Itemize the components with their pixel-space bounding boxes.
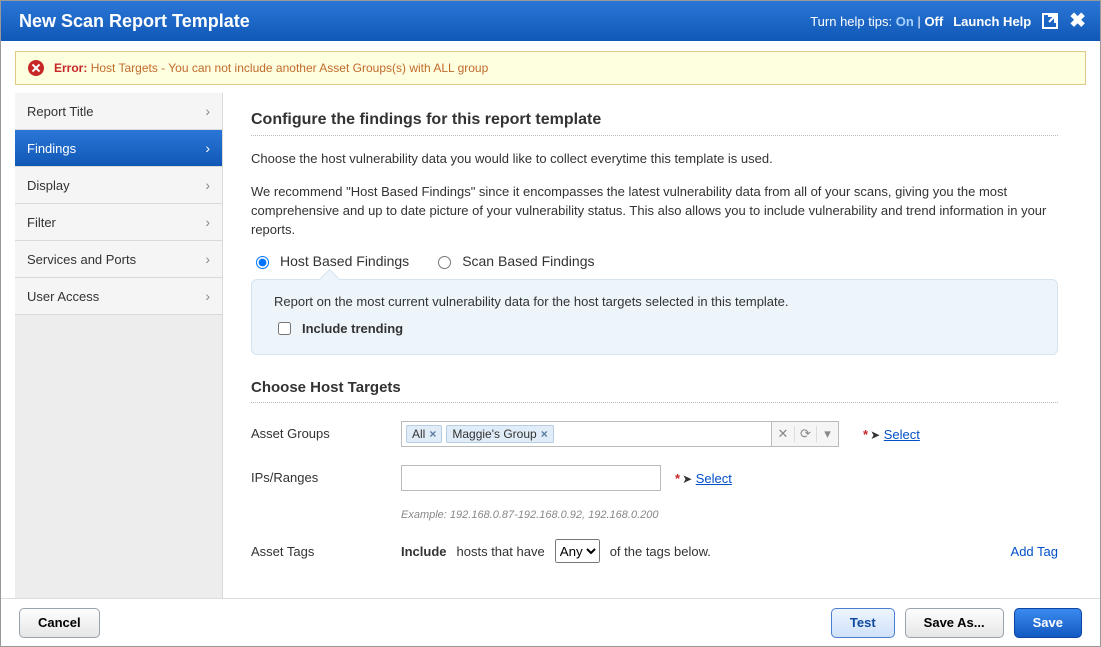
trending-checkbox-label: Include trending	[302, 321, 403, 336]
host-targets-section: Choose Host Targets Asset Groups All ×	[251, 379, 1058, 563]
sidebar-item-label: Filter	[27, 215, 56, 230]
add-tag-link[interactable]: Add Tag	[1011, 544, 1058, 559]
host-targets-heading: Choose Host Targets	[251, 379, 1058, 396]
radio-host-input[interactable]	[256, 256, 269, 269]
tag-maggies-group: Maggie's Group ×	[446, 425, 553, 443]
sidebar-item-label: User Access	[27, 289, 99, 304]
asset-groups-input[interactable]: All × Maggie's Group ×	[401, 421, 771, 447]
sidebar-item-services-ports[interactable]: Services and Ports ›	[15, 241, 222, 278]
dialog-body: Report Title › Findings › Display › Filt…	[1, 93, 1100, 598]
asset-groups-body: All × Maggie's Group ×	[401, 421, 1058, 447]
refresh-icon[interactable]: ⟳	[794, 426, 816, 442]
include-word: Include	[401, 544, 447, 559]
sidebar-item-filter[interactable]: Filter ›	[15, 204, 222, 241]
select-ip-ranges: *➤ Select	[675, 471, 732, 486]
tag-all: All ×	[406, 425, 442, 443]
any-all-select[interactable]: Any	[555, 539, 600, 563]
include-trending-checkbox[interactable]: Include trending	[274, 319, 1035, 338]
select-asset-groups: *➤ Select	[863, 427, 920, 442]
sidebar-item-label: Report Title	[27, 104, 93, 119]
cancel-button[interactable]: Cancel	[19, 608, 100, 638]
select-ip-ranges-link[interactable]: Select	[696, 471, 732, 486]
sidebar: Report Title › Findings › Display › Filt…	[15, 93, 223, 598]
select-asset-groups-link[interactable]: Select	[884, 427, 920, 442]
required-marker: *	[863, 427, 868, 442]
close-icon[interactable]: ✖	[1069, 11, 1086, 31]
dropdown-icon[interactable]: ▾	[816, 426, 838, 442]
error-message: Host Targets - You can not include anoth…	[91, 61, 489, 75]
intro-para-1: Choose the host vulnerability data you w…	[251, 150, 1058, 169]
info-panel: Report on the most current vulnerability…	[251, 279, 1058, 355]
cursor-icon: ➤	[682, 472, 692, 486]
required-marker: *	[675, 471, 680, 486]
asset-groups-label: Asset Groups	[251, 421, 401, 441]
launch-help-link[interactable]: Launch Help	[953, 14, 1031, 29]
help-tips-on[interactable]: On	[896, 14, 914, 29]
field-asset-tags: Asset Tags Include hosts that have Any o…	[251, 539, 1058, 563]
chevron-right-icon: ›	[205, 214, 210, 230]
asset-tags-label: Asset Tags	[251, 539, 401, 559]
help-tips-off[interactable]: Off	[924, 14, 943, 29]
clear-icon[interactable]: ✕	[772, 426, 794, 442]
example-text: 192.168.0.87-192.168.0.92, 192.168.0.200	[450, 509, 659, 521]
help-tips-prefix: Turn help tips:	[810, 14, 892, 29]
radio-host-label: Host Based Findings	[280, 253, 409, 269]
chevron-right-icon: ›	[205, 288, 210, 304]
include-text-before: hosts that have	[457, 544, 545, 559]
save-button[interactable]: Save	[1014, 608, 1082, 638]
example-prefix: Example:	[401, 509, 447, 521]
error-banner: Error: Host Targets - You can not includ…	[15, 51, 1086, 85]
panel-description: Report on the most current vulnerability…	[274, 294, 1035, 309]
help-tips-toggle: Turn help tips: On | Off	[810, 14, 943, 29]
ip-ranges-body: *➤ Select Example: 192.168.0.87-192.168.…	[401, 465, 1058, 521]
expand-icon[interactable]	[1041, 12, 1059, 30]
sidebar-item-user-access[interactable]: User Access ›	[15, 278, 222, 315]
radio-scan-label: Scan Based Findings	[462, 253, 594, 269]
radio-scan-input[interactable]	[438, 256, 451, 269]
radio-scan-based[interactable]: Scan Based Findings	[433, 253, 594, 269]
chevron-right-icon: ›	[205, 140, 210, 156]
main-wrapper: Configure the findings for this report t…	[223, 93, 1086, 598]
divider	[251, 135, 1058, 136]
help-tips-sep: |	[917, 14, 920, 29]
main-heading: Configure the findings for this report t…	[251, 111, 1058, 129]
asset-groups-controls: ✕ ⟳ ▾	[771, 421, 839, 447]
include-text-after: of the tags below.	[610, 544, 711, 559]
dialog-footer: Cancel Test Save As... Save	[1, 598, 1100, 646]
dialog-title: New Scan Report Template	[19, 11, 810, 32]
sidebar-item-findings[interactable]: Findings ›	[15, 130, 222, 167]
error-icon	[28, 60, 44, 76]
chevron-right-icon: ›	[205, 177, 210, 193]
ip-ranges-example: Example: 192.168.0.87-192.168.0.92, 192.…	[401, 509, 659, 521]
chevron-right-icon: ›	[205, 251, 210, 267]
tag-remove-icon[interactable]: ×	[429, 427, 436, 441]
tag-label: Maggie's Group	[452, 427, 536, 441]
divider	[251, 402, 1058, 403]
test-button[interactable]: Test	[831, 608, 895, 638]
tag-remove-icon[interactable]: ×	[541, 427, 548, 441]
dialog-window: New Scan Report Template Turn help tips:…	[0, 0, 1101, 647]
sidebar-item-label: Services and Ports	[27, 252, 136, 267]
sidebar-item-label: Display	[27, 178, 70, 193]
main-content[interactable]: Configure the findings for this report t…	[223, 93, 1086, 598]
chevron-right-icon: ›	[205, 103, 210, 119]
trending-checkbox-input[interactable]	[278, 322, 291, 335]
field-ip-ranges: IPs/Ranges *➤ Select Example:	[251, 465, 1058, 521]
dialog-header: New Scan Report Template Turn help tips:…	[1, 1, 1100, 41]
tag-label: All	[412, 427, 425, 441]
save-as-button[interactable]: Save As...	[905, 608, 1004, 638]
header-controls: Turn help tips: On | Off Launch Help ✖	[810, 11, 1086, 31]
sidebar-item-label: Findings	[27, 141, 76, 156]
field-asset-groups: Asset Groups All × Maggie's Group	[251, 421, 1058, 447]
intro-para-2: We recommend "Host Based Findings" since…	[251, 183, 1058, 240]
findings-type-radios: Host Based Findings Scan Based Findings	[251, 253, 1058, 269]
ip-ranges-input[interactable]	[401, 465, 661, 491]
sidebar-item-report-title[interactable]: Report Title ›	[15, 93, 222, 130]
asset-tags-body: Include hosts that have Any of the tags …	[401, 539, 1058, 563]
cursor-icon: ➤	[870, 428, 880, 442]
sidebar-item-display[interactable]: Display ›	[15, 167, 222, 204]
error-label: Error:	[54, 61, 87, 75]
radio-host-based[interactable]: Host Based Findings	[251, 253, 409, 269]
ip-ranges-label: IPs/Ranges	[251, 465, 401, 485]
